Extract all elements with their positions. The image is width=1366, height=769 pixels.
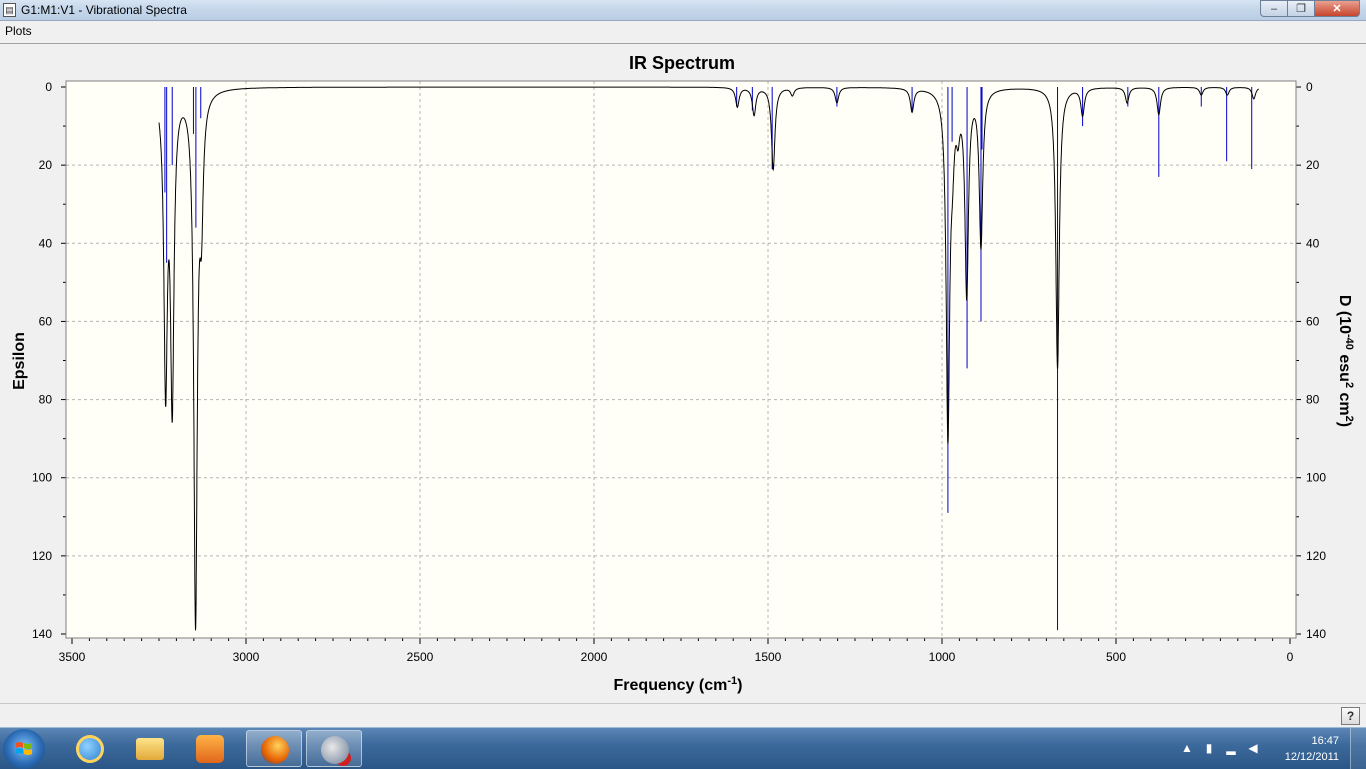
taskbar: ▲ ▮ ▂ ◀ 16:47 12/12/2011 — [0, 727, 1366, 769]
show-hidden-icons-icon[interactable]: ▲ — [1180, 741, 1194, 755]
system-tray: ▲ ▮ ▂ ◀ 16:47 12/12/2011 — [1166, 728, 1366, 769]
y-tick-label: 40 — [39, 236, 53, 250]
firefox-icon[interactable] — [246, 730, 302, 767]
y2-axis-label: D (10-40 esu2 cm2) — [1336, 295, 1355, 427]
menu-plots[interactable]: Plots — [5, 24, 32, 38]
y-tick-label: 80 — [39, 393, 53, 407]
x-tick-label: 3500 — [59, 650, 86, 664]
x-axis-ticks: 3500 3000 2500 2000 1500 1000 500 0 — [59, 638, 1294, 664]
window-controls: ‒ ❐ ✕ — [1260, 0, 1360, 18]
power-icon[interactable]: ▮ — [1202, 741, 1216, 755]
x-axis-label: Frequency (cm-1) — [614, 675, 743, 694]
y2-tick-label: 20 — [1306, 158, 1320, 172]
y2-axis-ticks: 0 20 40 60 80 100 120 140 — [1296, 80, 1326, 641]
show-desktop-button[interactable] — [1350, 728, 1366, 769]
status-bar: ? — [0, 703, 1366, 728]
network-icon[interactable]: ▂ — [1224, 741, 1238, 755]
internet-explorer-icon[interactable] — [62, 730, 118, 767]
close-button[interactable]: ✕ — [1314, 0, 1360, 17]
x-tick-label: 3000 — [233, 650, 260, 664]
help-button[interactable]: ? — [1341, 707, 1360, 725]
windows-start-icon[interactable] — [3, 729, 45, 769]
y-tick-label: 120 — [32, 549, 52, 563]
y-tick-label: 60 — [39, 314, 53, 328]
y-tick-label: 100 — [32, 471, 52, 485]
clock-time[interactable]: 16:47 — [1311, 735, 1339, 747]
y2-tick-label: 140 — [1306, 627, 1326, 641]
x-tick-label: 1000 — [929, 650, 956, 664]
y-tick-label: 20 — [39, 158, 53, 172]
window-title: G1:M1:V1 - Vibrational Spectra — [21, 3, 187, 17]
x-tick-label: 0 — [1287, 650, 1294, 664]
document-icon: ▤ — [3, 3, 16, 17]
maximize-button[interactable]: ❐ — [1287, 0, 1314, 17]
y2-tick-label: 80 — [1306, 393, 1320, 407]
plot-background — [66, 81, 1296, 638]
x-tick-label: 2500 — [407, 650, 434, 664]
media-player-icon[interactable] — [182, 730, 238, 767]
chart-title: IR Spectrum — [629, 53, 735, 73]
minimize-button[interactable]: ‒ — [1260, 0, 1287, 17]
y2-tick-label: 40 — [1306, 236, 1320, 250]
folder-icon[interactable] — [122, 730, 178, 767]
y-tick-label: 140 — [32, 627, 52, 641]
y2-tick-label: 120 — [1306, 549, 1326, 563]
clock-date[interactable]: 12/12/2011 — [1285, 751, 1339, 763]
y2-tick-label: 100 — [1306, 471, 1326, 485]
y2-tick-label: 60 — [1306, 314, 1320, 328]
window-titlebar[interactable]: ▤ G1:M1:V1 - Vibrational Spectra ‒ ❐ ✕ — [0, 0, 1366, 21]
volume-icon[interactable]: ◀ — [1246, 741, 1260, 755]
gaussview-icon[interactable] — [306, 730, 362, 767]
y2-tick-label: 0 — [1306, 80, 1313, 94]
x-tick-label: 2000 — [581, 650, 608, 664]
menu-bar: Plots — [0, 21, 1366, 41]
x-tick-label: 1500 — [755, 650, 782, 664]
y-axis-ticks: 0 20 40 60 80 100 120 140 — [32, 80, 66, 641]
x-tick-label: 500 — [1106, 650, 1126, 664]
y-axis-label: Epsilon — [11, 332, 28, 390]
y-tick-label: 0 — [45, 80, 52, 94]
ir-spectrum-chart[interactable]: 0 20 40 60 80 100 120 140 0 20 40 60 80 100 120 140 35… — [0, 43, 1366, 703]
